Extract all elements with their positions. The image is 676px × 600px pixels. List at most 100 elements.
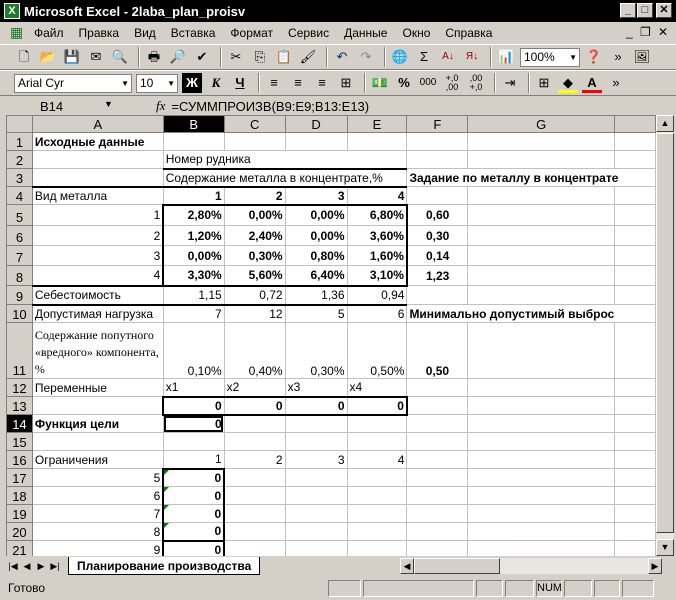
cell-A11[interactable]: Содержание попутного «вредного» компонен… xyxy=(31,322,164,379)
cell-H1[interactable] xyxy=(614,132,656,151)
format-painter-icon[interactable]: 🖌 xyxy=(298,47,318,67)
select-all-corner[interactable] xyxy=(6,115,33,133)
toolbar-options-icon[interactable]: » xyxy=(606,73,626,93)
cell-C7[interactable]: 0,30% xyxy=(223,245,286,266)
open-icon[interactable]: 📂 xyxy=(38,47,58,67)
scroll-thumb[interactable] xyxy=(656,133,674,533)
cell-G13[interactable] xyxy=(467,396,616,415)
cell-G21[interactable] xyxy=(467,540,616,556)
print-preview-icon[interactable]: 🔎 xyxy=(168,47,188,67)
cell-A2[interactable] xyxy=(31,150,164,169)
cell-B16[interactable]: 1 xyxy=(162,450,225,469)
undo-icon[interactable]: ↶ xyxy=(332,47,352,67)
column-header-E[interactable]: E xyxy=(346,115,408,133)
row-header-10[interactable]: 10 xyxy=(6,304,33,323)
cell-H15[interactable] xyxy=(614,432,656,451)
cell-D21[interactable] xyxy=(284,540,348,556)
borders-icon[interactable]: ⊞ xyxy=(534,73,554,93)
cell-A4[interactable]: Вид металла xyxy=(31,186,164,205)
cell-D14[interactable] xyxy=(284,414,348,433)
cell-B1[interactable] xyxy=(162,132,225,151)
cell-C6[interactable]: 2,40% xyxy=(223,225,286,246)
cell-G5[interactable] xyxy=(467,204,616,226)
cell-C20[interactable] xyxy=(223,522,286,541)
align-left-icon[interactable]: ≡ xyxy=(264,73,284,93)
cell-D16[interactable]: 3 xyxy=(284,450,348,469)
font-select[interactable]: Arial Cyr ▼ xyxy=(14,73,132,93)
cell-H19[interactable] xyxy=(614,504,656,523)
fx-icon[interactable]: fx xyxy=(156,98,165,114)
spelling-icon[interactable]: ✔ xyxy=(192,47,212,67)
column-header-extra[interactable] xyxy=(614,115,656,133)
cell-B14[interactable]: 0 xyxy=(162,414,225,433)
menu-data[interactable]: Данные xyxy=(344,26,387,40)
cell-A19[interactable]: 7 xyxy=(31,504,164,523)
row-header-15[interactable]: 15 xyxy=(6,432,33,451)
cell-F2[interactable] xyxy=(406,150,469,169)
cell-E18[interactable] xyxy=(346,486,408,505)
row-header-4[interactable]: 4 xyxy=(6,186,33,205)
cell-H8[interactable] xyxy=(614,265,656,286)
cell-B20[interactable]: 0 xyxy=(162,522,226,542)
cell-E6[interactable]: 3,60% xyxy=(346,225,408,246)
name-box-dropdown-icon[interactable]: ▼ xyxy=(104,99,113,109)
prev-sheet-button[interactable]: ◀ xyxy=(20,561,34,572)
cell-A1[interactable]: Исходные данные xyxy=(31,132,164,151)
cell-A7[interactable]: 3 xyxy=(31,245,164,266)
row-header-1[interactable]: 1 xyxy=(6,132,33,151)
cell-E13[interactable]: 0 xyxy=(346,395,408,416)
cell-E10[interactable]: 6 xyxy=(346,304,408,323)
cell-F4[interactable] xyxy=(406,186,469,205)
cell-E15[interactable] xyxy=(346,432,408,451)
cut-icon[interactable]: ✂ xyxy=(226,47,246,67)
scroll-left-button[interactable]: ◀ xyxy=(400,558,414,574)
cell-F21[interactable] xyxy=(406,540,469,556)
cell-B12[interactable]: x1 xyxy=(162,378,225,397)
cell-C21[interactable] xyxy=(223,540,286,556)
currency-icon[interactable]: 💵 xyxy=(370,73,390,93)
font-size-select[interactable]: 10 ▼ xyxy=(136,73,178,93)
cell-C8[interactable]: 5,60% xyxy=(223,265,286,287)
redo-icon[interactable]: ↷ xyxy=(356,47,376,67)
cell-F11[interactable]: 0,50 xyxy=(406,322,469,379)
cell-A6[interactable]: 2 xyxy=(31,225,164,246)
cell-C16[interactable]: 2 xyxy=(223,450,286,469)
scroll-up-button[interactable]: ▲ xyxy=(656,115,674,132)
cell-B7[interactable]: 0,00% xyxy=(162,245,225,266)
cell-F16[interactable] xyxy=(406,450,469,469)
cell-E12[interactable]: x4 xyxy=(346,378,408,397)
cell-F9[interactable] xyxy=(406,285,469,305)
font-color-icon[interactable]: A xyxy=(582,73,602,93)
cell-E20[interactable] xyxy=(346,522,408,541)
cell-B5[interactable]: 2,80% xyxy=(162,204,225,226)
thousands-button[interactable]: 000 xyxy=(418,73,438,93)
maximize-button[interactable]: □ xyxy=(637,3,653,18)
cell-D10[interactable]: 5 xyxy=(284,304,348,323)
sort-descending-icon[interactable]: Я↓ xyxy=(462,47,482,67)
horizontal-scrollbar[interactable]: ◀ ▶ xyxy=(400,558,662,574)
cell-F5[interactable]: 0,60 xyxy=(406,204,469,226)
cell-H16[interactable] xyxy=(614,450,656,469)
cell-H13[interactable] xyxy=(614,396,656,415)
cell-C1[interactable] xyxy=(223,132,286,151)
cell-C15[interactable] xyxy=(223,432,286,451)
decrease-decimal-button[interactable]: ,00 +,0 xyxy=(466,73,486,93)
column-header-G[interactable]: G xyxy=(467,115,616,133)
cell-A16[interactable]: Ограничения xyxy=(31,450,164,469)
vertical-scrollbar[interactable]: ▲ ▼ xyxy=(656,115,674,556)
cell-F1[interactable] xyxy=(406,132,469,151)
cell-F10[interactable]: Минимально допустимый выброс xyxy=(406,304,656,323)
cell-D6[interactable]: 0,00% xyxy=(284,225,348,246)
cell-H14[interactable] xyxy=(614,414,656,433)
cell-A15[interactable] xyxy=(31,432,164,451)
zoom-select[interactable]: 100% ▼ xyxy=(520,47,580,67)
row-header-3[interactable]: 3 xyxy=(6,168,33,187)
cell-D15[interactable] xyxy=(284,432,348,451)
cell-H18[interactable] xyxy=(614,486,656,505)
row-header-7[interactable]: 7 xyxy=(6,245,33,266)
cell-D5[interactable]: 0,00% xyxy=(284,204,348,226)
cell-F19[interactable] xyxy=(406,504,469,523)
formula-input[interactable]: =СУММПРОИЗВ(B9:E9;B13:E13) xyxy=(171,99,369,114)
cell-A5[interactable]: 1 xyxy=(31,204,164,226)
cell-A10[interactable]: Допустимая нагрузка xyxy=(31,304,164,323)
